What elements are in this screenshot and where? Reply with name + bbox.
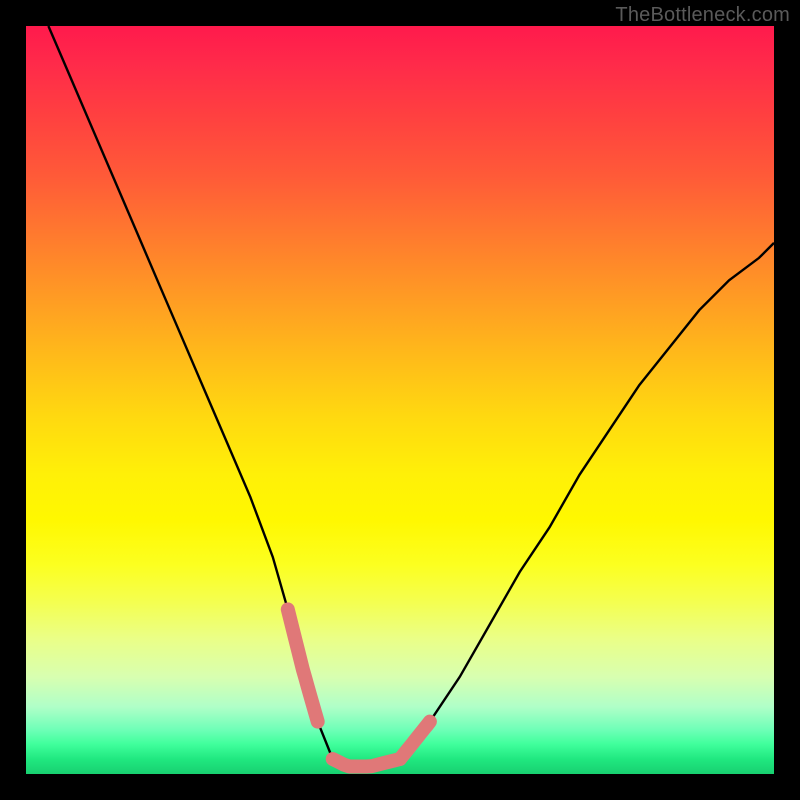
chart-frame: TheBottleneck.com <box>0 0 800 800</box>
plot-area <box>26 26 774 774</box>
highlight-segments <box>288 609 430 766</box>
bottleneck-curve <box>48 26 774 767</box>
highlight-segment <box>288 609 318 721</box>
highlight-segment <box>400 722 430 759</box>
highlight-segment <box>333 759 400 767</box>
chart-svg <box>26 26 774 774</box>
watermark-text: TheBottleneck.com <box>615 4 790 27</box>
curve-line <box>48 26 774 767</box>
